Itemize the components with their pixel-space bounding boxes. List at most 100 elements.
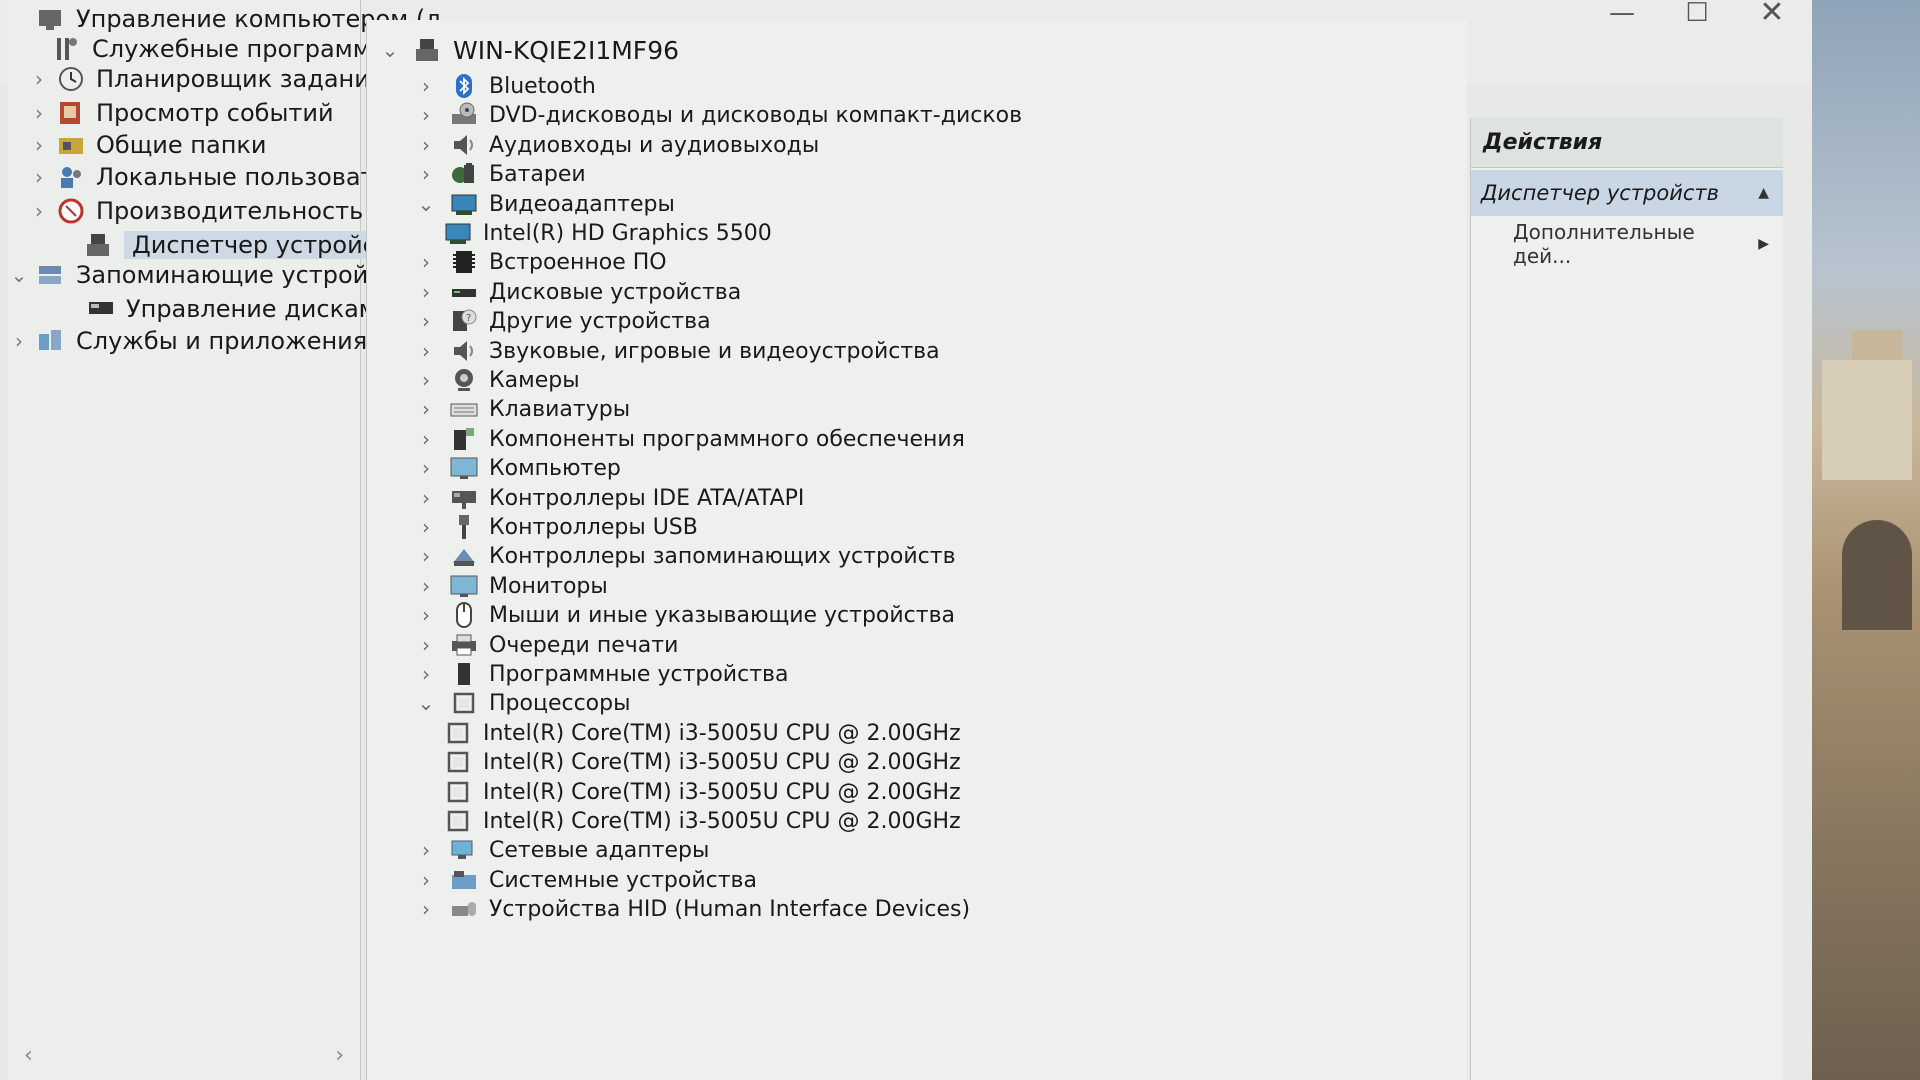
monitor-icon — [449, 572, 479, 600]
device-category[interactable]: › Сетевые адаптеры — [413, 834, 709, 866]
nav-item[interactable]: › Планировщик заданий — [28, 62, 385, 96]
device-category[interactable]: › Bluetooth — [413, 70, 596, 102]
device-category[interactable]: › Батареи — [413, 158, 586, 190]
actions-header: Действия — [1471, 118, 1783, 168]
display-adapter-icon — [443, 219, 473, 247]
expand-arrow-icon[interactable]: › — [413, 515, 439, 539]
nav-item[interactable]: › Просмотр событий — [28, 96, 334, 130]
expand-arrow-icon[interactable]: › — [413, 74, 439, 98]
nav-item[interactable]: Управление дисками — [58, 292, 392, 326]
device-item[interactable]: Intel(R) HD Graphics 5500 — [439, 217, 772, 249]
device-category[interactable]: › Контроллеры запоминающих устройств — [413, 540, 956, 572]
expand-arrow-icon[interactable]: › — [413, 368, 439, 392]
expand-arrow-icon[interactable]: › — [413, 544, 439, 568]
maximize-button[interactable]: ☐ — [1660, 0, 1734, 30]
scroll-right-icon[interactable]: › — [319, 1043, 360, 1068]
computer-icon — [449, 454, 479, 482]
dvd-drive-icon — [449, 101, 479, 129]
bluetooth-icon — [449, 72, 479, 100]
collapse-arrow-icon[interactable]: ⌄ — [377, 38, 403, 62]
device-category[interactable]: ⌄ Процессоры — [413, 687, 631, 719]
expand-arrow-icon[interactable]: › — [413, 868, 439, 892]
device-label: Контроллеры IDE ATA/ATAPI — [489, 485, 805, 511]
device-category[interactable]: › Устройства HID (Human Interface Devices… — [413, 893, 970, 925]
device-category[interactable]: › Встроенное ПО — [413, 246, 667, 278]
expand-arrow-icon[interactable]: › — [413, 662, 439, 686]
device-category[interactable]: › Очереди печати — [413, 629, 678, 661]
expand-arrow-icon[interactable]: › — [413, 103, 439, 127]
nav-item-label: Просмотр событий — [96, 99, 334, 127]
expand-arrow-icon[interactable]: ⌄ — [413, 691, 439, 715]
expand-arrow-icon[interactable]: › — [413, 250, 439, 274]
expand-arrow-icon[interactable]: › — [413, 456, 439, 480]
device-item[interactable]: Intel(R) Core(TM) i3-5005U CPU @ 2.00GHz — [439, 776, 961, 808]
speaker-icon — [449, 131, 479, 159]
device-category[interactable]: › Мониторы — [413, 570, 608, 602]
expand-arrow-icon[interactable]: › — [28, 67, 50, 91]
more-actions-item[interactable]: Дополнительные дей... ▶ — [1471, 220, 1783, 268]
expand-arrow-icon[interactable]: › — [413, 633, 439, 657]
nav-item[interactable]: Служебные программы — [24, 32, 390, 66]
battery-icon — [449, 160, 479, 188]
device-label: Сетевые адаптеры — [489, 837, 710, 863]
device-category[interactable]: › Системные устройства — [413, 864, 757, 896]
device-category[interactable]: › Аудиовходы и аудиовыходы — [413, 129, 819, 161]
device-category[interactable]: › Контроллеры USB — [413, 511, 698, 543]
expand-arrow-icon[interactable]: › — [28, 199, 50, 223]
tree-root-computer[interactable]: ⌄ WIN-KQIE2I1MF96 — [377, 34, 679, 66]
expand-arrow-icon[interactable]: › — [413, 280, 439, 304]
expand-arrow-icon[interactable]: › — [413, 427, 439, 451]
nav-horizontal-scrollbar[interactable]: ‹ › — [8, 1040, 360, 1070]
actions-section-device-manager[interactable]: Диспетчер устройств ▲ — [1471, 170, 1783, 216]
expand-arrow-icon[interactable]: › — [413, 838, 439, 862]
expand-arrow-icon[interactable]: › — [413, 603, 439, 627]
device-tree: ⌄ WIN-KQIE2I1MF96 › Bluetooth › DVD-дисководы… — [366, 20, 1467, 1080]
device-category[interactable]: ⌄ Видеоадаптеры — [413, 188, 675, 220]
device-category[interactable]: › Компоненты программного обеспечения — [413, 423, 965, 455]
expand-arrow-icon[interactable]: › — [413, 133, 439, 157]
collapse-up-icon[interactable]: ▲ — [1758, 185, 1769, 201]
nav-item[interactable]: Диспетчер устройств — [56, 228, 413, 262]
expand-arrow-icon[interactable]: › — [413, 897, 439, 921]
device-item[interactable]: Intel(R) Core(TM) i3-5005U CPU @ 2.00GHz — [439, 805, 961, 837]
expand-arrow-icon[interactable]: › — [413, 486, 439, 510]
device-category[interactable]: › Программные устройства — [413, 658, 788, 690]
expand-arrow-icon[interactable]: › — [413, 339, 439, 363]
device-category[interactable]: › DVD-дисководы и дисководы компакт-диско… — [413, 99, 1022, 131]
expand-arrow-icon[interactable]: ⌄ — [413, 192, 439, 216]
tree-root-label: WIN-KQIE2I1MF96 — [453, 35, 680, 65]
minimize-button[interactable]: — — [1585, 0, 1659, 30]
device-category[interactable]: › Компьютер — [413, 452, 621, 484]
clock-icon — [56, 65, 86, 93]
expand-arrow-icon[interactable]: › — [8, 329, 30, 353]
device-category[interactable]: › Звуковые, игровые и видеоустройства — [413, 335, 940, 367]
expand-arrow-icon[interactable]: ⌄ — [8, 263, 30, 287]
device-category[interactable]: › Клавиатуры — [413, 393, 630, 425]
nav-item[interactable]: › Службы и приложения — [8, 324, 367, 358]
expand-arrow-icon[interactable]: › — [413, 309, 439, 333]
device-label: Очереди печати — [489, 632, 679, 658]
expand-arrow-icon[interactable]: › — [413, 397, 439, 421]
close-button[interactable]: ✕ — [1735, 0, 1809, 30]
expand-arrow-icon[interactable]: › — [413, 574, 439, 598]
device-item[interactable]: Intel(R) Core(TM) i3-5005U CPU @ 2.00GHz — [439, 746, 961, 778]
device-category[interactable]: ›? Другие устройства — [413, 305, 711, 337]
device-label: Системные устройства — [489, 867, 757, 893]
scroll-left-icon[interactable]: ‹ — [8, 1043, 49, 1068]
expand-arrow-icon[interactable]: › — [413, 162, 439, 186]
expand-arrow-icon[interactable]: › — [28, 165, 50, 189]
device-category[interactable]: › Камеры — [413, 364, 580, 396]
nav-item[interactable]: › Локальные пользовате — [28, 160, 389, 194]
expand-arrow-icon[interactable]: › — [28, 133, 50, 157]
nav-item[interactable]: ⌄ Запоминающие устройст — [8, 258, 396, 292]
device-category[interactable]: › Контроллеры IDE ATA/ATAPI — [413, 482, 804, 514]
device-label: Камеры — [489, 367, 580, 393]
device-category[interactable]: › Дисковые устройства — [413, 276, 741, 308]
device-item[interactable]: Intel(R) Core(TM) i3-5005U CPU @ 2.00GHz — [439, 717, 961, 749]
expand-arrow-icon[interactable]: › — [28, 101, 50, 125]
device-label: Компоненты программного обеспечения — [489, 426, 965, 452]
nav-item[interactable]: › Общие папки — [28, 128, 266, 162]
device-category[interactable]: › Мыши и иные указывающие устройства — [413, 599, 955, 631]
nav-item[interactable]: › Производительность — [28, 194, 363, 228]
computer-icon — [413, 36, 443, 64]
